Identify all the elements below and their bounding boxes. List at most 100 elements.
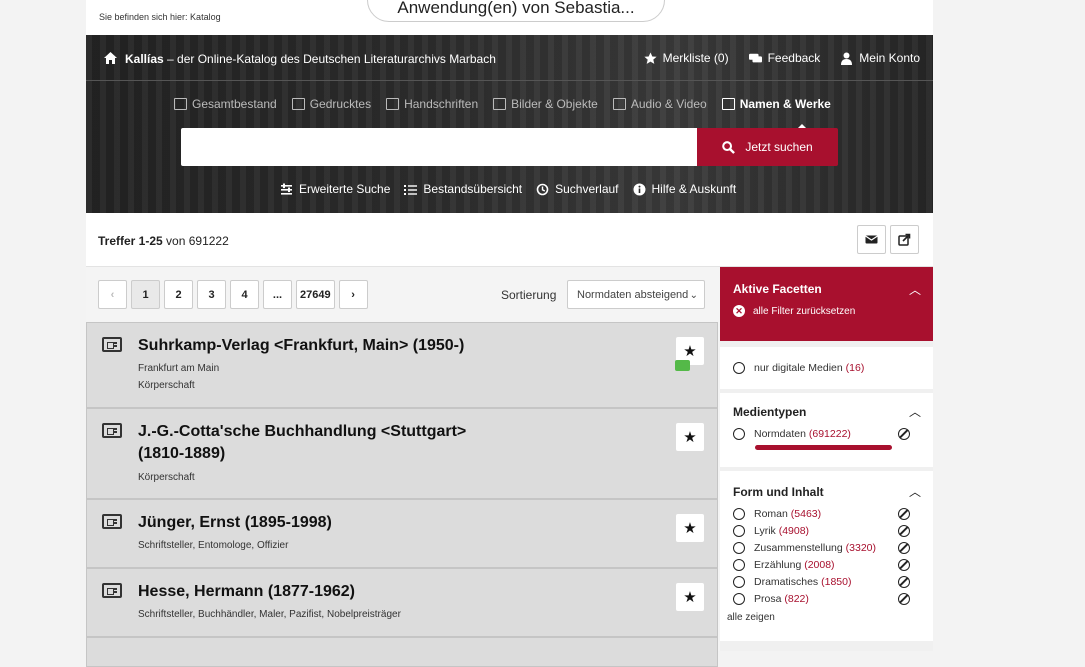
feedback-link[interactable]: Feedback xyxy=(748,51,820,65)
tab-audio-video[interactable]: Audio & Video xyxy=(612,97,707,111)
record-title-line: J.-G.-Cotta'sche Buchhandlung <Stuttgart… xyxy=(138,423,467,440)
record-type: Körperschaft xyxy=(138,472,195,483)
bestandsuebersicht-link[interactable]: Bestandsübersicht xyxy=(404,182,522,196)
pager-page[interactable]: 1 xyxy=(131,280,160,309)
option-count: (691222) xyxy=(808,428,851,440)
sort-label: Sortierung xyxy=(501,288,557,302)
facet-option-label: Prosa (822) xyxy=(754,593,809,605)
sort-select[interactable]: Normdaten absteigend ⌄ xyxy=(567,280,705,309)
pager-page[interactable]: 3 xyxy=(197,280,226,309)
pager-page[interactable]: 4 xyxy=(230,280,259,309)
sort-value: Normdaten absteigend xyxy=(577,289,689,301)
result-record[interactable]: Suhrkamp-Verlag <Frankfurt, Main> (1950-… xyxy=(86,322,718,408)
share-button[interactable] xyxy=(890,225,919,254)
hilfe-link[interactable]: Hilfe & Auskunft xyxy=(633,182,736,196)
tab-gesamtbestand[interactable]: Gesamtbestand xyxy=(174,97,277,111)
exclude-icon[interactable] xyxy=(898,542,910,554)
show-all-link[interactable]: alle zeigen xyxy=(727,612,775,623)
bookmark-star-button[interactable]: ★ xyxy=(676,423,704,451)
authority-record-icon xyxy=(102,583,122,598)
exclude-icon[interactable] xyxy=(898,508,910,520)
brand-name: Kallías xyxy=(125,52,164,66)
star-icon xyxy=(643,52,657,64)
info-icon xyxy=(633,183,645,195)
record-description: Schriftsteller, Buchhändler, Maler, Pazi… xyxy=(138,609,401,620)
facet-option-digital[interactable]: nur digitale Medien (16) xyxy=(733,362,864,374)
catalog-title[interactable]: Kallías – der Online-Katalog des Deutsch… xyxy=(125,52,496,66)
facet-option-prosa[interactable]: Prosa (822) xyxy=(733,593,809,605)
pager-page[interactable]: 27649 xyxy=(296,280,335,309)
tab-handschriften[interactable]: Handschriften xyxy=(386,97,478,111)
radio-button[interactable] xyxy=(733,428,745,440)
catalog-tagline: – der Online-Katalog des Deutschen Liter… xyxy=(163,52,496,66)
search-hero: Kallías – der Online-Katalog des Deutsch… xyxy=(86,35,933,213)
reset-filters-label: alle Filter zurücksetzen xyxy=(753,305,856,317)
manuscript-icon xyxy=(386,98,400,110)
search-input[interactable] xyxy=(181,128,697,166)
merkliste-link[interactable]: Merkliste (0) xyxy=(643,51,729,65)
advanced-search-link[interactable]: Erweiterte Suche xyxy=(280,182,390,196)
pager-page[interactable]: 2 xyxy=(164,280,193,309)
suchverlauf-link[interactable]: Suchverlauf xyxy=(536,182,619,196)
reset-filters-link[interactable]: ✕ alle Filter zurücksetzen xyxy=(733,305,855,317)
chevron-up-icon[interactable]: ︿ xyxy=(909,403,921,420)
hit-count: Treffer 1-25 von 691222 xyxy=(98,234,229,248)
record-title[interactable]: J.-G.-Cotta'sche Buchhandlung <Stuttgart… xyxy=(138,421,466,465)
radio-button[interactable] xyxy=(733,542,745,554)
tab-gedrucktes[interactable]: Gedrucktes xyxy=(291,97,371,111)
facet-option-zusammenstellung[interactable]: Zusammenstellung (3320) xyxy=(733,542,876,554)
facet-option-roman[interactable]: Roman (5463) xyxy=(733,508,821,520)
radio-button[interactable] xyxy=(733,559,745,571)
facet-option-normdaten[interactable]: Normdaten (691222) xyxy=(733,428,851,440)
pager-next[interactable]: › xyxy=(338,280,368,309)
history-icon xyxy=(536,183,549,195)
chevron-up-icon[interactable]: ︿ xyxy=(909,281,921,298)
active-facets-panel: Aktive Facetten ︿ ✕ alle Filter zurückse… xyxy=(720,267,933,341)
facet-option-erzaehlung[interactable]: Erzählung (2008) xyxy=(733,559,835,571)
option-text: nur digitale Medien xyxy=(754,362,843,374)
merkliste-label: Merkliste (0) xyxy=(662,51,729,65)
konto-link[interactable]: Mein Konto xyxy=(840,51,920,65)
pager-prev[interactable]: ‹ xyxy=(98,280,127,309)
comment-icon xyxy=(675,360,690,371)
chevron-up-icon[interactable]: ︿ xyxy=(909,483,921,500)
record-title[interactable]: Jünger, Ernst (1895-1998) xyxy=(138,512,332,534)
tab-bilder-objekte[interactable]: Bilder & Objekte xyxy=(493,97,598,111)
email-button[interactable] xyxy=(857,225,886,254)
search-button[interactable]: Jetzt suchen xyxy=(697,128,838,166)
record-title-line: (1810-1889) xyxy=(138,445,226,462)
record-title[interactable]: Suhrkamp-Verlag <Frankfurt, Main> (1950-… xyxy=(138,335,464,357)
result-record[interactable]: Hesse, Hermann (1877-1962) Schriftstelle… xyxy=(86,568,718,637)
radio-button[interactable] xyxy=(733,362,745,374)
radio-button[interactable] xyxy=(733,525,745,537)
result-record[interactable]: Jünger, Ernst (1895-1998) Schriftsteller… xyxy=(86,499,718,568)
record-title[interactable]: Hesse, Hermann (1877-1962) xyxy=(138,581,355,603)
app-overlay-pill[interactable]: Anwendung(en) von Sebastia... xyxy=(367,0,665,22)
option-text: Lyrik xyxy=(754,525,776,537)
exclude-icon[interactable] xyxy=(898,593,910,605)
breadcrumb: Sie befinden sich hier: Katalog xyxy=(99,12,221,22)
radio-button[interactable] xyxy=(733,576,745,588)
result-record[interactable]: J.-G.-Cotta'sche Buchhandlung <Stuttgart… xyxy=(86,408,718,499)
facet-option-lyrik[interactable]: Lyrik (4908) xyxy=(733,525,809,537)
radio-button[interactable] xyxy=(733,593,745,605)
exclude-icon[interactable] xyxy=(898,576,910,588)
option-text: Normdaten xyxy=(754,428,806,440)
authority-record-icon xyxy=(102,423,122,438)
tab-namen-werke[interactable]: Namen & Werke xyxy=(721,97,831,111)
header-bar: Kallías – der Online-Katalog des Deutsch… xyxy=(86,35,933,81)
result-record[interactable] xyxy=(86,637,718,667)
home-icon[interactable] xyxy=(104,52,117,64)
exclude-icon[interactable] xyxy=(898,428,910,440)
exclude-icon[interactable] xyxy=(898,559,910,571)
facet-option-dramatisches[interactable]: Dramatisches (1850) xyxy=(733,576,851,588)
chevron-down-icon: ⌄ xyxy=(689,290,698,301)
option-text: Prosa xyxy=(754,593,782,605)
sliders-icon xyxy=(281,183,292,195)
radio-button[interactable] xyxy=(733,508,745,520)
bookmark-star-button[interactable]: ★ xyxy=(676,583,704,611)
exclude-icon[interactable] xyxy=(898,525,910,537)
close-circle-icon: ✕ xyxy=(733,305,745,317)
facet-option-label: Zusammenstellung (3320) xyxy=(754,542,876,554)
bookmark-star-button[interactable]: ★ xyxy=(676,514,704,542)
